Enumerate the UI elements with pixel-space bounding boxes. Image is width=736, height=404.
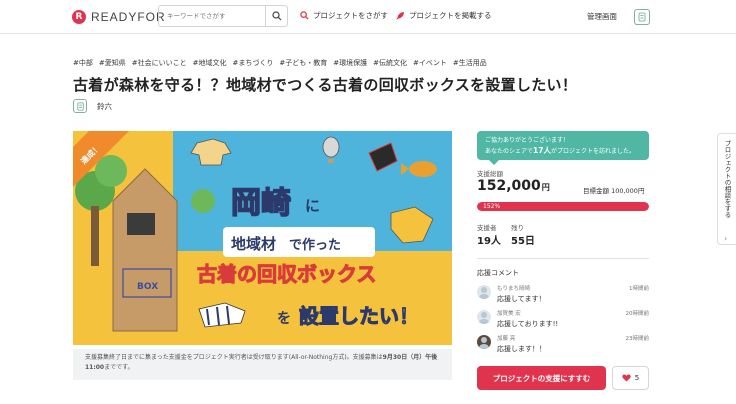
commenter-avatar [477, 285, 491, 299]
comment-time: 23時間前 [625, 336, 650, 342]
tag-list: #中部 #愛知県 #社会にいいこと #地域文化 #まちづくり #子ども・教育 #… [73, 58, 487, 68]
notice-text-end: までです。 [104, 364, 134, 371]
search-icon [271, 11, 281, 21]
user-avatar[interactable] [634, 9, 650, 25]
commenter-name: もりまち岡崎 [497, 286, 531, 292]
tag-link[interactable]: #社会にいいこと [132, 58, 187, 68]
tag-link[interactable]: #イベント [413, 58, 447, 68]
target-amount: 目標金額 100,000円 [583, 187, 645, 195]
thanks-line2: あなたのシェアで17人がプロジェクトを訪れました。 [485, 146, 635, 155]
recycle-box-illustration [112, 168, 178, 332]
hero-word-wo: を [277, 311, 291, 327]
commenter-name: 加賀美 宏 [497, 311, 521, 317]
tag-link[interactable]: #地域文化 [193, 58, 227, 68]
heart-icon [622, 374, 631, 382]
tag-link[interactable]: #環境保護 [333, 58, 367, 68]
tag-link[interactable]: #生活用品 [453, 58, 487, 68]
notice-text: 支援募集終了日までに集まった支援金をプロジェクト実行者は受け取ります(All-o… [85, 354, 383, 361]
logo-mark: R [72, 10, 86, 24]
remaining-value: 55日 [511, 236, 535, 247]
search-button[interactable] [265, 6, 287, 26]
nav-find-projects-label: プロジェクトをさがす [313, 11, 388, 20]
nav-find-projects[interactable]: プロジェクトをさがす [300, 10, 388, 21]
tag-link[interactable]: #まちづくり [233, 58, 274, 68]
rocket-icon [396, 11, 404, 20]
share-thanks-balloon: ご協力ありがとうございます！ あなたのシェアで17人がプロジェクトを訪れました。 [477, 131, 649, 165]
search-circle-icon [300, 11, 309, 20]
logo-text: READYFOR [91, 10, 166, 24]
admin-link[interactable]: 管理画面 [587, 11, 617, 22]
owner-name: 鈴六 [97, 101, 112, 111]
nav-post-project[interactable]: プロジェクトを掲載する [395, 10, 492, 21]
comment-text: 応援しております!! [497, 320, 559, 328]
project-title: 古着が森林を守る！？地域材でつくる古着の回収ボックスを設置したい！ [73, 76, 578, 94]
hero-line-recycle-box: 古着の回収ボックス [197, 262, 376, 286]
supporters-label: 支援者 [477, 224, 497, 232]
project-owner[interactable]: 鈴六 [73, 99, 112, 113]
hero-word-chiikizai: 地域材 [231, 235, 276, 253]
like-count: 5 [634, 374, 640, 382]
user-avatar-icon [638, 12, 646, 22]
comment-text: 応援してます！ [497, 295, 546, 303]
hero-word-okazaki: 岡崎 [231, 186, 291, 221]
divider [477, 258, 649, 259]
commenter-name: 加藤 亮 [497, 336, 516, 342]
nav-post-project-label: プロジェクトを掲載する [409, 11, 492, 20]
comment-text: 応援します！！ [497, 345, 546, 353]
total-label: 支援総額 [477, 170, 503, 178]
supporters-value: 19人 [477, 236, 501, 247]
hero-line-install: 設置したい！ [299, 304, 419, 328]
progress-fill [477, 202, 649, 211]
commenter-avatar [477, 335, 491, 349]
tag-link[interactable]: #中部 [73, 58, 93, 68]
total-amount: 152,000円 [477, 178, 550, 194]
hero-word-ni: に [305, 197, 320, 215]
comments-header: 応援コメント [477, 269, 519, 277]
site-header: R READYFOR プロジェクトをさがす プロジェクトを掲載する 管理画面 [0, 0, 736, 34]
tag-link[interactable]: #愛知県 [99, 58, 126, 68]
commenter-avatar [477, 310, 491, 324]
consult-tab[interactable]: プロジェクトの相談をする [717, 133, 736, 245]
funding-progress-bar: 152% [477, 202, 649, 211]
progress-label: 152% [483, 203, 501, 210]
search-box [158, 5, 288, 27]
tag-link[interactable]: #伝統文化 [373, 58, 407, 68]
all-or-nothing-notice: 支援募集終了日までに集まった支援金をプロジェクト実行者は受け取ります(All-o… [73, 349, 452, 380]
thanks-line1: ご協力ありがとうございます！ [485, 137, 570, 144]
comment-time: 1時間前 [629, 286, 649, 292]
remaining-label: 残り [511, 224, 524, 232]
hero-word-detsukutta: で作った [289, 237, 341, 253]
tag-link[interactable]: #子ども・教育 [279, 58, 327, 68]
comment-item[interactable]: もりまち岡崎 1時間前 応援してます！ [477, 284, 649, 308]
support-project-button[interactable]: プロジェクトの支援にすすむ [477, 366, 606, 390]
comment-item[interactable]: 加賀美 宏 20時間前 応援しております!! [477, 309, 649, 333]
comment-time: 20時間前 [625, 311, 650, 317]
thanks-count: 17人 [533, 146, 551, 155]
owner-avatar-icon [73, 99, 87, 113]
project-hero-image: BOX 達成！ 岡崎 に 地域材 で作った 古着の回収ボックス を 設置したい！ [73, 131, 452, 345]
logo[interactable]: R READYFOR [72, 9, 166, 25]
box-label: BOX [137, 282, 158, 292]
search-input[interactable] [159, 7, 265, 25]
chevron-right-circle-icon: › [724, 234, 728, 243]
like-button[interactable]: 5 [612, 366, 649, 390]
comment-item[interactable]: 加藤 亮 23時間前 応援します！！ [477, 334, 649, 358]
